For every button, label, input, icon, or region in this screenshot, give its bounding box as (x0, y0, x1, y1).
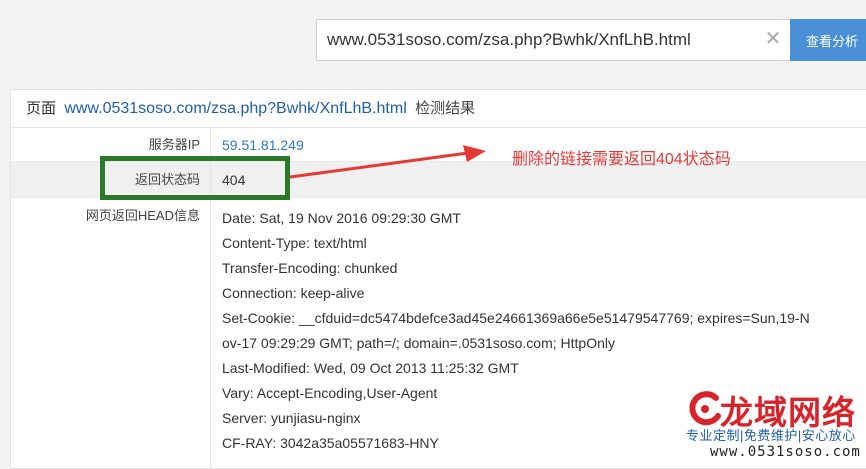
head-line: Set-Cookie: __cfduid=dc5474bdefce3ad45e2… (222, 310, 810, 326)
annotation-text: 删除的链接需要返回404状态码 (512, 151, 731, 168)
header-suffix: 检测结果 (415, 100, 476, 117)
header-url-link[interactable]: www.0531soso.com/zsa.php?Bwhk/XnfLhB.htm… (64, 100, 406, 117)
url-search-box: ✕ (316, 19, 790, 61)
watermark-logo: 龙域网络 专业定制|免费维护|安心放心 www.0531soso.com (684, 386, 866, 469)
row-label: 网页返回HEAD信息 (11, 198, 211, 469)
head-line: ov-17 09:29:29 GMT; path=/; domain=.0531… (222, 335, 615, 351)
annotation-highlight-box (100, 156, 290, 200)
head-line: Date: Sat, 19 Nov 2016 09:29:30 GMT (222, 210, 461, 226)
head-line: Connection: keep-alive (222, 285, 365, 301)
top-bar: ✕ 查看分析 (0, 0, 866, 80)
head-line: Last-Modified: Wed, 09 Oct 2013 11:25:32… (222, 360, 519, 376)
logo-slogan: 专业定制|免费维护|安心放心 (686, 428, 856, 443)
panel-header: 页面 www.0531soso.com/zsa.php?Bwhk/XnfLhB.… (11, 90, 866, 128)
logo-swirl-icon (689, 391, 721, 426)
analyze-button[interactable]: 查看分析 (790, 19, 866, 61)
clear-icon[interactable]: ✕ (761, 27, 785, 51)
head-line: Content-Type: text/html (222, 235, 367, 251)
header-prefix: 页面 (26, 100, 57, 117)
logo-url: www.0531soso.com (710, 444, 861, 460)
head-line: Transfer-Encoding: chunked (222, 260, 398, 276)
url-input[interactable] (317, 20, 757, 60)
